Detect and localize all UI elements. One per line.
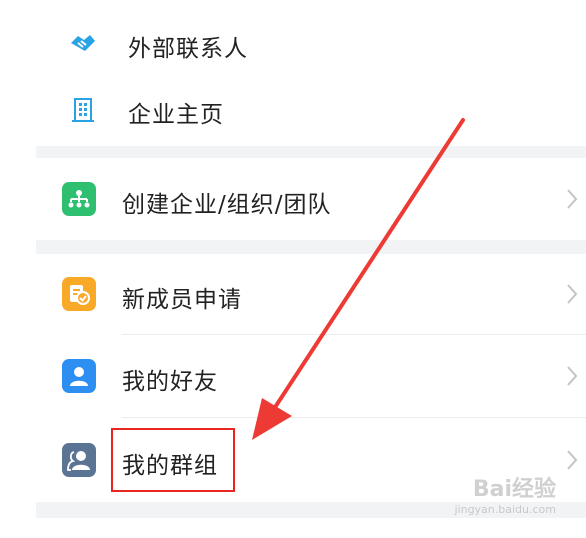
chevron-right-icon: [567, 189, 578, 209]
menu-label-external-contacts: 外部联系人: [128, 36, 248, 62]
menu-item-company-homepage[interactable]: 企业主页: [36, 84, 586, 136]
person-icon: [62, 359, 96, 393]
member-application-icon: [62, 277, 96, 311]
section-gap: [36, 146, 586, 158]
chevron-right-icon: [567, 450, 578, 470]
menu-label-create-org: 创建企业/组织/团队: [122, 192, 332, 218]
chevron-right-icon: [567, 284, 578, 304]
menu-item-new-member-requests[interactable]: 新成员申请: [36, 254, 586, 334]
watermark-brand: Bai经验: [472, 477, 556, 502]
chevron-right-icon: [567, 366, 578, 386]
section-gap: [36, 240, 586, 254]
highlight-box: [111, 428, 235, 492]
handshake-icon: [66, 28, 100, 58]
watermark-url: jingyan.baidu.com: [454, 503, 556, 516]
menu-label-new-member-requests: 新成员申请: [122, 287, 242, 313]
menu-item-create-org[interactable]: 创建企业/组织/团队: [36, 158, 586, 240]
watermark: Bai经验 jingyan.baidu.com: [454, 471, 556, 516]
group-icon: [62, 443, 96, 477]
org-chart-icon: [62, 182, 96, 216]
menu-label-company-homepage: 企业主页: [128, 102, 224, 128]
menu-item-my-friends[interactable]: 我的好友: [36, 335, 586, 417]
menu-label-my-friends: 我的好友: [122, 369, 218, 395]
building-icon: [66, 94, 100, 126]
menu-item-external-contacts[interactable]: 外部联系人: [36, 18, 586, 70]
